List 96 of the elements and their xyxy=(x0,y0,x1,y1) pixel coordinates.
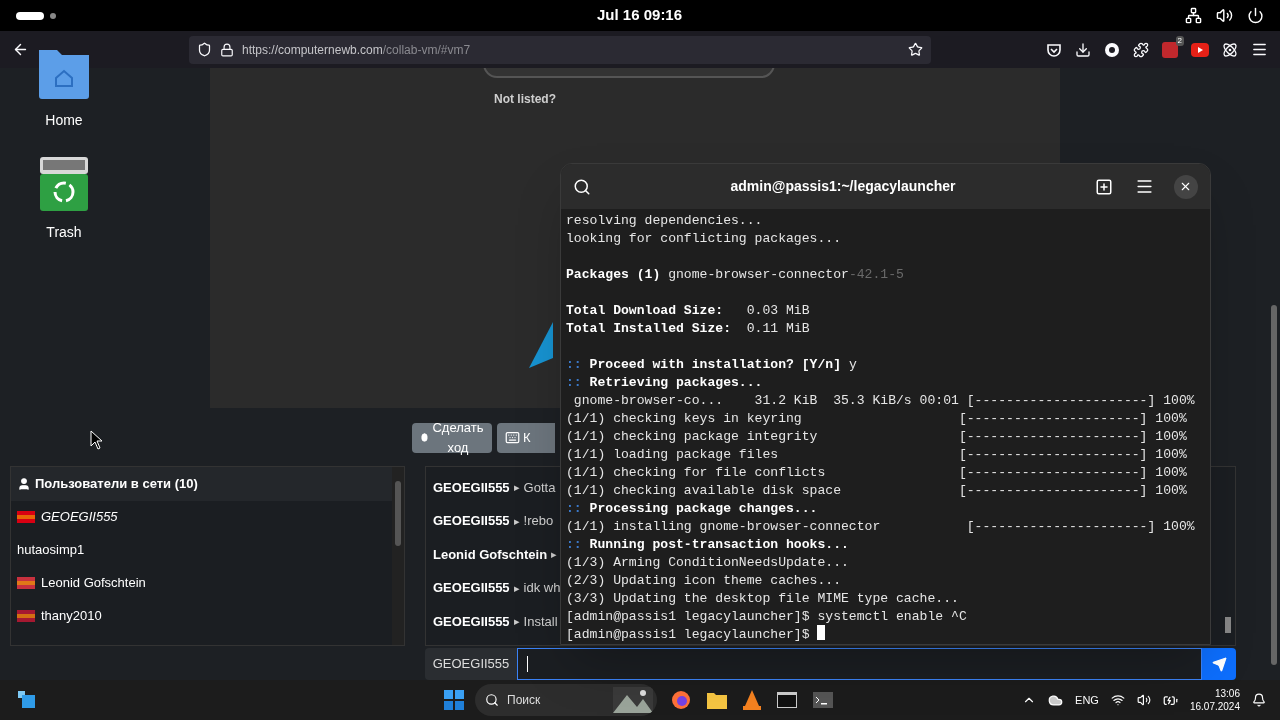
extension-badge: 2 xyxy=(1175,35,1184,46)
bookmark-star-icon[interactable] xyxy=(908,42,923,57)
send-icon xyxy=(1211,656,1227,672)
menu-icon[interactable] xyxy=(1135,177,1154,196)
workspace-indicator[interactable] xyxy=(16,11,44,20)
shield-icon xyxy=(197,42,212,57)
cone-icon[interactable] xyxy=(743,690,761,710)
firefox-icon[interactable] xyxy=(671,690,691,710)
terminal-line: looking for conflicting packages... xyxy=(566,230,841,247)
chat-username-label: GEOEGII555 xyxy=(425,648,517,680)
vm-action-button[interactable]: К xyxy=(497,422,555,453)
not-listed-link[interactable]: Not listed? xyxy=(494,90,556,108)
taskbar-search[interactable]: Поиск xyxy=(475,684,657,716)
user-item[interactable]: hutaosimp1 xyxy=(11,533,392,567)
terminal-line: (1/1) checking keys in keyring [----------------------] 100% xyxy=(566,410,1187,427)
user-item[interactable]: GEOEGII555 xyxy=(11,500,392,534)
desktop-icon-label[interactable]: Home xyxy=(45,110,83,131)
clock[interactable]: Jul 16 09:16 xyxy=(597,4,683,27)
user-icon xyxy=(17,476,31,491)
terminal-line: Total Installed Size: 0.11 MiB xyxy=(566,320,810,337)
widgets-icon[interactable] xyxy=(18,691,36,709)
separator-arrow: ▸ xyxy=(551,547,558,563)
scrollbar-thumb xyxy=(1225,617,1231,634)
chat-username: GEOEGII555 xyxy=(433,512,510,531)
terminal-line: (1/3) Arming ConditionNeedsUpdate... xyxy=(566,554,849,571)
terminal-line: Packages (1) gnome-browser-connector-42.1-5 xyxy=(566,266,904,283)
mouse-icon xyxy=(420,431,429,445)
keyboard-icon xyxy=(505,430,520,446)
chat-message: Install xyxy=(523,612,558,631)
power-icon[interactable] xyxy=(1247,7,1264,24)
chat-input[interactable] xyxy=(517,648,1202,680)
search-icon[interactable] xyxy=(573,177,591,196)
volume-icon[interactable] xyxy=(1136,693,1151,707)
chat-message: idk wh xyxy=(523,579,561,598)
terminal-line: (3/3) Updating the desktop file MIME type cache... xyxy=(566,590,959,607)
download-icon[interactable] xyxy=(1075,41,1091,58)
separator-arrow: ▸ xyxy=(513,480,520,496)
separator-arrow: ▸ xyxy=(513,580,520,596)
terminal-line: (1/1) loading package files [----------------------] 100% xyxy=(566,446,1187,463)
terminal-icon[interactable] xyxy=(813,692,833,708)
shield-pocket-icon[interactable] xyxy=(1046,41,1062,58)
triangle-icon xyxy=(529,322,553,368)
terminal-title: admin@passis1:~/legacylauncher xyxy=(730,177,956,196)
terminal-line: :: Retrieving packages... xyxy=(566,374,763,391)
terminal-line: :: Processing package changes... xyxy=(566,500,818,517)
extensions-icon[interactable] xyxy=(1133,41,1149,58)
taskbar-clock[interactable]: 13:06 16.07.2024 xyxy=(1189,687,1240,713)
menu-icon[interactable] xyxy=(1251,41,1268,58)
new-tab-icon[interactable] xyxy=(1095,177,1113,196)
separator-arrow: ▸ xyxy=(513,513,520,529)
send-button[interactable] xyxy=(1202,648,1236,680)
start-icon[interactable] xyxy=(444,690,464,710)
url-field[interactable]: https://computernewb.com/collab-vm/#vm7 xyxy=(189,35,931,64)
cloud-icon[interactable] xyxy=(1048,692,1064,708)
desktop-icon-label[interactable]: Trash xyxy=(46,222,82,243)
account-icon[interactable] xyxy=(1104,41,1120,58)
terminal-line: :: Running post-transaction hooks... xyxy=(566,536,849,553)
terminal-line: [admin@passis1 legacylauncher]$ xyxy=(566,625,826,643)
back-icon[interactable] xyxy=(12,41,29,58)
cursor xyxy=(817,625,826,640)
terminal-line: (1/1) checking for file conflicts [----------------------] 100% xyxy=(566,464,1187,481)
mouse-pointer-icon xyxy=(90,430,104,450)
chat-username: Leonid Gofschtein xyxy=(433,545,548,564)
notification-icon[interactable] xyxy=(1252,693,1266,707)
terminal-line: (2/3) Updating icon theme caches... xyxy=(566,572,841,589)
close-button[interactable] xyxy=(1174,174,1198,199)
chat-username: GEOEGII555 xyxy=(433,579,510,598)
network-icon[interactable] xyxy=(1185,7,1202,24)
terminal-line: (1/1) checking available disk space [----------------------] 100% xyxy=(566,482,1187,499)
chat-message: Gotta xyxy=(523,478,556,497)
folder-icon[interactable] xyxy=(707,691,727,709)
chat-username: GEOEGII555 xyxy=(433,478,510,497)
user-item[interactable]: thany2010 xyxy=(11,599,392,633)
search-icon xyxy=(485,693,499,707)
terminal-line: :: Proceed with installation? [Y/n] y xyxy=(566,356,857,373)
volume-icon[interactable] xyxy=(1216,7,1233,24)
vm-action-button[interactable]: Сделать ход xyxy=(412,422,492,453)
console-icon[interactable] xyxy=(777,692,797,708)
trash-icon xyxy=(39,156,89,212)
chat-message: !rebo xyxy=(523,512,554,531)
wifi-icon[interactable] xyxy=(1110,693,1125,707)
terminal-line: gnome-browser-co... 31.2 KiB 35.3 KiB/s 00:01 [----------------------] 100% xyxy=(572,392,1195,409)
lock-icon xyxy=(220,42,234,57)
terminal-line: (1/1) installing gnome-browser-connector [----------------------] 100% xyxy=(566,518,1195,535)
chat-username: GEOEGII555 xyxy=(433,612,510,631)
terminal-line: (1/1) checking package integrity [----------------------] 100% xyxy=(566,428,1187,445)
terminal-line: resolving dependencies... xyxy=(566,212,763,229)
separator-arrow: ▸ xyxy=(513,614,520,630)
language-indicator[interactable]: ENG xyxy=(1075,691,1099,709)
terminal-line: [admin@passis1 legacylauncher]$ systemctl enable ^C xyxy=(566,608,967,625)
extension-icon[interactable] xyxy=(1162,41,1178,58)
play-icon[interactable] xyxy=(1191,42,1209,57)
users-panel-title: Пользователи в сети (10) xyxy=(35,474,198,493)
atom-icon[interactable] xyxy=(1222,41,1238,58)
user-item[interactable]: Leonid Gofschtein xyxy=(11,566,392,600)
terminal-line: Total Download Size: 0.03 MiB xyxy=(566,302,810,319)
